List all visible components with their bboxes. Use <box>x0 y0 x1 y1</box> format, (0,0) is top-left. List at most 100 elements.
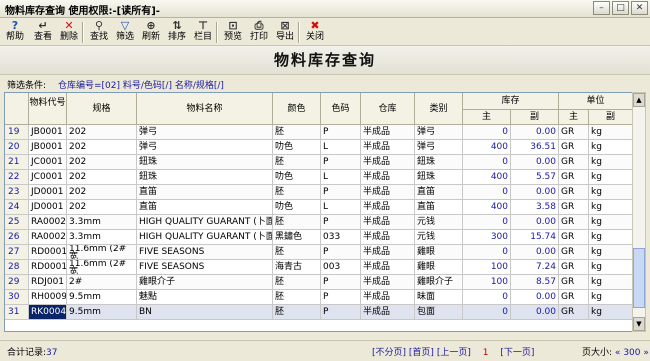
cell-n[interactable]: 24 <box>5 200 29 215</box>
cell-qm[interactable]: 100 <box>463 275 511 290</box>
cell-us[interactable]: kg <box>589 215 633 230</box>
cell-wh[interactable]: 半成品 <box>361 125 415 140</box>
cell-cat[interactable]: 鈕珠 <box>415 170 463 185</box>
cell-us[interactable]: kg <box>589 290 633 305</box>
table-row[interactable]: 22 JC0001 202 鈕珠 叻色 L 半成品 鈕珠 400 5.57 GR kg <box>5 170 633 185</box>
cell-color[interactable]: 胚 <box>273 305 321 320</box>
cell-name[interactable]: 弹弓 <box>137 125 273 140</box>
table-row[interactable]: 19 JB0001 202 弹弓胚 P 半成品 弹弓 0 0.00 GR kg <box>5 125 633 140</box>
cell-cat[interactable]: 直笛 <box>415 185 463 200</box>
cell-qm[interactable]: 400 <box>463 140 511 155</box>
cell-cc[interactable]: P <box>321 290 361 305</box>
cell-um[interactable]: GR <box>559 200 589 215</box>
cell-cc[interactable]: P <box>321 125 361 140</box>
cell-spec[interactable]: 11.6mm (2#宽 <box>67 245 137 260</box>
cell-wh[interactable]: 半成品 <box>361 275 415 290</box>
cell-color[interactable]: 叻色 <box>273 200 321 215</box>
cell-qs[interactable]: 0.00 <box>511 125 559 140</box>
cell-us[interactable]: kg <box>589 170 633 185</box>
col-header-stock-sub[interactable]: 副 <box>511 110 559 125</box>
cell-um[interactable]: GR <box>559 290 589 305</box>
table-row[interactable]: 23 JD0001 202 直笛胚 P 半成品 直笛 0 0.00 GR kg <box>5 185 633 200</box>
scroll-thumb[interactable] <box>633 248 645 308</box>
cell-cc[interactable]: P <box>321 215 361 230</box>
cell-qs[interactable]: 5.57 <box>511 170 559 185</box>
cell-color[interactable]: 胚 <box>273 245 321 260</box>
cell-spec[interactable]: 202 <box>67 155 137 170</box>
cell-cat[interactable]: 直笛 <box>415 200 463 215</box>
table-row[interactable]: 31 RK0004 9.5mm BN 胚 P 半成品 包面 0 0.00 GR kg <box>5 305 633 320</box>
cell-n[interactable]: 19 <box>5 125 29 140</box>
cell-wh[interactable]: 半成品 <box>361 155 415 170</box>
cell-us[interactable]: kg <box>589 200 633 215</box>
cell-wh[interactable]: 半成品 <box>361 215 415 230</box>
cell-wh[interactable]: 半成品 <box>361 200 415 215</box>
cell-qm[interactable]: 300 <box>463 230 511 245</box>
cell-code[interactable]: RA0002 <box>29 230 67 245</box>
page-size-next-icon[interactable]: » <box>643 348 649 358</box>
cell-name[interactable]: HIGH QUALITY GUARANT (卜面) <box>137 230 273 245</box>
col-header-code[interactable]: 物料代号 <box>29 93 67 125</box>
cell-n[interactable]: 20 <box>5 140 29 155</box>
next-page-link[interactable]: [下一页] <box>500 348 534 358</box>
col-header-warehouse[interactable]: 仓库 <box>361 93 415 125</box>
scroll-down-icon[interactable]: ▼ <box>633 317 645 331</box>
cell-cat[interactable]: 包面 <box>415 305 463 320</box>
cell-qs[interactable]: 0.00 <box>511 155 559 170</box>
cell-wh[interactable]: 半成品 <box>361 305 415 320</box>
cell-color[interactable]: 黑鏽色 <box>273 230 321 245</box>
cell-cat[interactable]: 昧面 <box>415 290 463 305</box>
cell-wh[interactable]: 半成品 <box>361 185 415 200</box>
cell-cc[interactable]: P <box>321 155 361 170</box>
cell-color[interactable]: 胚 <box>273 290 321 305</box>
cell-cc[interactable]: P <box>321 305 361 320</box>
cell-um[interactable]: GR <box>559 215 589 230</box>
cell-code[interactable]: RD0001 <box>29 260 67 275</box>
cell-um[interactable]: GR <box>559 275 589 290</box>
cell-wh[interactable]: 半成品 <box>361 140 415 155</box>
cell-cat[interactable]: 弹弓 <box>415 125 463 140</box>
cell-cc[interactable]: P <box>321 275 361 290</box>
cell-qs[interactable]: 0.00 <box>511 290 559 305</box>
col-header-unit-main[interactable]: 主 <box>559 110 589 125</box>
table-row[interactable]: 29 RDJ001 2# 雞眼介子胚 P 半成品 雞眼介子 100 8.57 GR kg <box>5 275 633 290</box>
cell-us[interactable]: kg <box>589 140 633 155</box>
col-header-unit-sub[interactable]: 副 <box>589 110 633 125</box>
cell-name[interactable]: 雞眼介子 <box>137 275 273 290</box>
cell-us[interactable]: kg <box>589 125 633 140</box>
col-header-color[interactable]: 颜色 <box>273 93 321 125</box>
cell-spec[interactable]: 11.6mm (2#宽 <box>67 260 137 275</box>
table-row[interactable]: 25 RA0002 3.3mm HIGH QUALITY GUARANT (卜面) 胚 P… <box>5 215 633 230</box>
cell-qm[interactable]: 0 <box>463 290 511 305</box>
no-page-link[interactable]: [不分页] <box>372 348 406 358</box>
cell-n[interactable]: 22 <box>5 170 29 185</box>
cell-cat[interactable]: 弹弓 <box>415 140 463 155</box>
cell-cc[interactable]: L <box>321 200 361 215</box>
cell-qm[interactable]: 400 <box>463 170 511 185</box>
table-row[interactable]: 30 RH0009 9.5mm 魅點胚 P 半成品 昧面 0 0.00 GR kg <box>5 290 633 305</box>
cell-name[interactable]: FIVE SEASONS <box>137 260 273 275</box>
cell-um[interactable]: GR <box>559 125 589 140</box>
minimize-icon[interactable]: – <box>593 1 610 15</box>
cell-cc[interactable]: 003 <box>321 260 361 275</box>
cell-qs[interactable]: 0.00 <box>511 215 559 230</box>
filter-value[interactable]: 仓库编号=[02] 料号/色码[/] 名称/规格[/] <box>58 78 224 91</box>
cell-name[interactable]: HIGH QUALITY GUARANT (卜面) <box>137 215 273 230</box>
cell-cc[interactable]: P <box>321 245 361 260</box>
cell-name[interactable]: FIVE SEASONS <box>137 245 273 260</box>
cell-spec[interactable]: 2# <box>67 275 137 290</box>
cell-spec[interactable]: 3.3mm <box>67 230 137 245</box>
cell-wh[interactable]: 半成品 <box>361 170 415 185</box>
cell-color[interactable]: 胚 <box>273 185 321 200</box>
cell-us[interactable]: kg <box>589 275 633 290</box>
cell-qs[interactable]: 36.51 <box>511 140 559 155</box>
cell-qm[interactable]: 100 <box>463 260 511 275</box>
page-size-value[interactable]: 300 <box>623 348 640 358</box>
cell-um[interactable]: GR <box>559 170 589 185</box>
cell-cc[interactable]: 033 <box>321 230 361 245</box>
cell-name[interactable]: BN <box>137 305 273 320</box>
cell-spec[interactable]: 202 <box>67 140 137 155</box>
cell-cc[interactable]: L <box>321 170 361 185</box>
col-header-color-code[interactable]: 色码 <box>321 93 361 125</box>
help-button[interactable]: ? 帮助 <box>2 19 28 45</box>
